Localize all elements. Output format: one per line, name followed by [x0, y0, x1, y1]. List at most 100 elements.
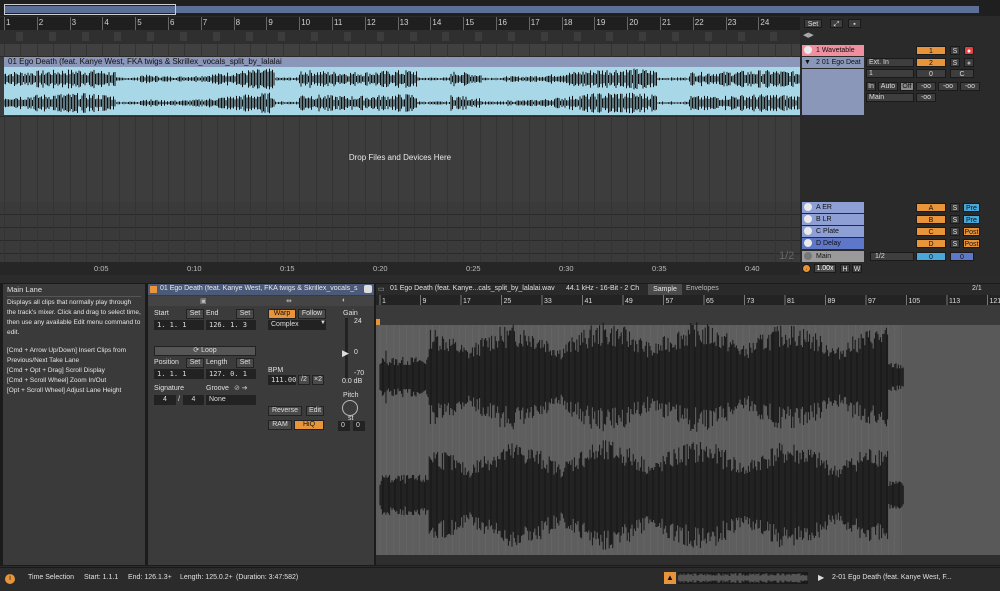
- position-field[interactable]: 1. 1. 1: [154, 369, 204, 379]
- start-set-button[interactable]: Set: [186, 309, 204, 319]
- monitor-in-button[interactable]: In: [866, 82, 876, 91]
- pitch-coarse[interactable]: 0: [338, 421, 350, 431]
- pre-post-toggle[interactable]: Post: [963, 227, 980, 236]
- beat-ruler[interactable]: 123456789101112131415161718192021222324: [0, 17, 800, 30]
- return-play-icon[interactable]: [804, 227, 812, 235]
- bpm-field[interactable]: 111.00: [268, 375, 296, 385]
- return-play-icon[interactable]: [804, 203, 812, 211]
- input-type-select[interactable]: Ext. In: [866, 58, 914, 67]
- page-indicator[interactable]: 2/1: [972, 285, 982, 292]
- sample-waveform[interactable]: 191725334149576573818997105113121: [376, 295, 1000, 565]
- quantize-select[interactable]: 1/2: [870, 252, 914, 261]
- end-field[interactable]: 126. 1. 3: [206, 320, 256, 330]
- loop-button[interactable]: ⟳ Loop: [154, 346, 256, 356]
- info-icon[interactable]: i: [5, 574, 15, 584]
- clip-color-icon[interactable]: [150, 286, 157, 293]
- tab-envelopes[interactable]: Envelopes: [686, 285, 719, 292]
- gain-slider-handle[interactable]: ▶: [342, 348, 349, 359]
- collapse-icon[interactable]: ▼: [804, 59, 811, 66]
- nav-arrows-icon[interactable]: ◀▶: [803, 31, 814, 39]
- signature-denominator[interactable]: 4: [183, 395, 204, 405]
- monitor-off-button[interactable]: Off: [900, 82, 914, 91]
- height-button[interactable]: H: [840, 264, 850, 273]
- track-row-wavetable[interactable]: [0, 44, 800, 57]
- send-b-value[interactable]: -oo: [938, 82, 958, 91]
- output-select[interactable]: Main: [866, 93, 914, 102]
- sample-tab-icon[interactable]: ⇹: [286, 297, 292, 305]
- c-button[interactable]: C: [950, 69, 974, 78]
- return-play-icon[interactable]: [804, 239, 812, 247]
- expand-icon[interactable]: ⤢: [830, 19, 843, 28]
- track-play-icon[interactable]: [804, 46, 812, 54]
- length-set-button[interactable]: Set: [236, 358, 254, 368]
- position-set-button[interactable]: Set: [186, 358, 204, 368]
- main-volume[interactable]: 0: [916, 252, 946, 261]
- return-row-d[interactable]: [0, 241, 800, 254]
- groove-select[interactable]: None: [206, 395, 256, 405]
- return-row-a[interactable]: [0, 202, 800, 215]
- warp-button[interactable]: Warp: [268, 309, 296, 319]
- width-button[interactable]: W: [852, 264, 862, 273]
- arrangement-overview[interactable]: [0, 0, 1000, 16]
- pre-post-toggle[interactable]: Pre: [963, 215, 980, 224]
- lock-icon[interactable]: ▪: [848, 19, 861, 28]
- solo-button[interactable]: S: [950, 227, 960, 236]
- hiq-button[interactable]: HiQ: [294, 420, 324, 430]
- sample-editor[interactable]: ▭ 01 Ego Death (feat. Kanye...cals_split…: [376, 284, 1000, 565]
- clip-activator-icon[interactable]: [364, 285, 372, 293]
- length-field[interactable]: 127. 0. 1: [206, 369, 256, 379]
- cpu-warning-icon[interactable]: ▲: [664, 572, 676, 584]
- half-tempo-button[interactable]: /2: [298, 375, 310, 385]
- double-tempo-button[interactable]: ×2: [312, 375, 324, 385]
- return-b-button[interactable]: B: [916, 215, 946, 224]
- pitch-knob[interactable]: [342, 400, 358, 416]
- ram-button[interactable]: RAM: [268, 420, 292, 430]
- main-pan[interactable]: 0: [950, 252, 974, 261]
- main-play-icon[interactable]: [804, 252, 812, 260]
- pitch-fine[interactable]: 0: [353, 421, 365, 431]
- warp-mode-select[interactable]: Complex: [268, 320, 326, 330]
- zoom-icon[interactable]: ·: [802, 264, 811, 273]
- clip-tab-bar[interactable]: ▣ ⇹ ◐: [148, 296, 374, 306]
- arm-button[interactable]: ●: [964, 46, 974, 55]
- solo-button[interactable]: S: [950, 239, 960, 248]
- groove-icons[interactable]: ⊘ ➔: [234, 384, 248, 392]
- edit-button[interactable]: Edit: [306, 406, 324, 416]
- arm-button[interactable]: ●: [964, 58, 974, 67]
- overview-selection[interactable]: [4, 4, 176, 15]
- overview-thumbnail[interactable]: [678, 572, 808, 584]
- set-button[interactable]: Set: [804, 19, 822, 28]
- track-2-button[interactable]: 2: [916, 58, 946, 67]
- input-channel-select[interactable]: 1: [866, 69, 914, 78]
- zoom-level[interactable]: 1.00x: [814, 264, 836, 273]
- signature-numerator[interactable]: 4: [154, 395, 176, 405]
- solo-button[interactable]: S: [950, 46, 960, 55]
- solo-button[interactable]: S: [950, 203, 960, 212]
- return-row-c[interactable]: [0, 228, 800, 241]
- solo-button[interactable]: S: [950, 215, 960, 224]
- return-play-icon[interactable]: [804, 215, 812, 223]
- track-play-icon[interactable]: ▶: [818, 573, 824, 582]
- end-set-button[interactable]: Set: [236, 309, 254, 319]
- return-a-button[interactable]: A: [916, 203, 946, 212]
- return-row-b[interactable]: [0, 215, 800, 228]
- envelope-tab-icon[interactable]: ◐: [342, 297, 346, 304]
- send-d-value[interactable]: -oo: [916, 93, 936, 102]
- solo-button[interactable]: S: [950, 58, 960, 67]
- return-c-button[interactable]: C: [916, 227, 946, 236]
- send-a-value[interactable]: -oo: [916, 82, 936, 91]
- clip-tab-icon[interactable]: ▣: [200, 297, 207, 305]
- monitor-auto-button[interactable]: Auto: [878, 82, 898, 91]
- clip-title-bar[interactable]: 01 Ego Death (feat. Kanye West, FKA twig…: [4, 57, 800, 67]
- return-d-button[interactable]: D: [916, 239, 946, 248]
- track-1-button[interactable]: 1: [916, 46, 946, 55]
- pre-post-toggle[interactable]: Post: [963, 239, 980, 248]
- send-c-value[interactable]: -oo: [960, 82, 980, 91]
- clip-name-bar[interactable]: 01 Ego Death (feat. Kanye West, FKA twig…: [148, 284, 374, 295]
- start-field[interactable]: 1. 1. 1: [154, 320, 204, 330]
- follow-button[interactable]: Follow: [298, 309, 326, 319]
- tab-sample[interactable]: Sample: [648, 284, 682, 295]
- reverse-button[interactable]: Reverse: [268, 406, 302, 416]
- volume-value[interactable]: 0: [916, 69, 946, 78]
- audio-clip[interactable]: [4, 67, 800, 115]
